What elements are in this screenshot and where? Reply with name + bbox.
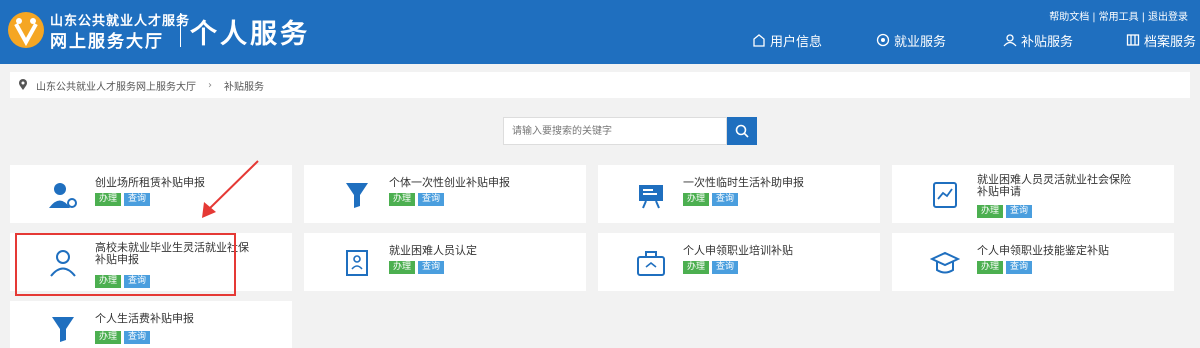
- service-actions: 办理 查询: [977, 261, 1033, 274]
- service-actions: 办理 查询: [95, 193, 151, 206]
- handle-button[interactable]: 办理: [95, 331, 122, 344]
- logo-icon: [8, 12, 44, 48]
- title-divider: [180, 13, 181, 47]
- query-button[interactable]: 查询: [418, 193, 445, 206]
- service-label: 个人申领职业技能鉴定补贴: [977, 244, 1109, 257]
- query-button[interactable]: 查询: [124, 193, 151, 206]
- service-label: 一次性临时生活补助申报: [683, 176, 804, 189]
- service-label: 就业困难人员灵活就业社会保险补贴申请: [977, 173, 1131, 198]
- breadcrumb-separator: ›: [208, 79, 212, 91]
- service-card[interactable]: 就业困难人员认定 办理 查询: [304, 233, 586, 291]
- link-separator: |: [1092, 12, 1096, 23]
- service-actions: 办理 查询: [683, 261, 739, 274]
- page-title: 个人服务: [190, 19, 310, 50]
- handle-button[interactable]: 办理: [683, 261, 710, 274]
- service-card[interactable]: 个人生活费补贴申报 办理 查询: [10, 301, 292, 348]
- search-icon: [735, 124, 749, 138]
- query-button[interactable]: 查询: [1006, 261, 1033, 274]
- service-card[interactable]: 个人申领职业技能鉴定补贴 办理 查询: [892, 233, 1174, 291]
- service-label: 个人生活费补贴申报: [95, 312, 194, 325]
- org-name-line2: 网上服务大厅: [50, 32, 164, 52]
- nav-archive[interactable]: 档案服务: [1126, 31, 1197, 50]
- query-button[interactable]: 查询: [712, 193, 739, 206]
- query-button[interactable]: 查询: [124, 331, 151, 344]
- person-wrench-icon: [49, 183, 77, 208]
- link-separator: |: [1141, 12, 1145, 23]
- service-label: 个体一次性创业补贴申报: [389, 176, 510, 189]
- header-bar: 山东公共就业人才服务 网上服务大厅 个人服务 帮助文档 | 常用工具 | 退出登录 用户…: [0, 0, 1200, 64]
- handle-button[interactable]: 办理: [683, 193, 710, 206]
- tools-link[interactable]: 常用工具: [1099, 12, 1139, 23]
- presentation-board-icon: [639, 185, 663, 209]
- handle-button[interactable]: 办理: [389, 261, 416, 274]
- funnel-icon: [52, 317, 74, 342]
- subsidy-icon: [1003, 34, 1017, 47]
- search-input[interactable]: [503, 117, 727, 145]
- service-actions: 办理 查询: [389, 261, 445, 274]
- user-info-icon: [753, 34, 765, 47]
- graduation-cap-icon: [930, 251, 960, 274]
- query-button[interactable]: 查询: [1006, 205, 1033, 218]
- handle-button[interactable]: 办理: [977, 261, 1004, 274]
- id-card-icon: [346, 250, 368, 276]
- nav-label: 档案服务: [1144, 34, 1197, 50]
- service-actions: 办理 查询: [683, 193, 739, 206]
- location-pin-icon: [19, 79, 27, 90]
- briefcase-icon: [637, 251, 665, 276]
- service-actions: 办理 查询: [95, 331, 151, 344]
- annotation-arrow: [202, 160, 259, 218]
- query-button[interactable]: 查询: [712, 261, 739, 274]
- help-doc-link[interactable]: 帮助文档: [1049, 12, 1089, 23]
- top-links: 帮助文档 | 常用工具 | 退出登录: [1049, 8, 1188, 23]
- service-card[interactable]: 就业困难人员灵活就业社会保险补贴申请 办理 查询: [892, 165, 1174, 223]
- nav-employment[interactable]: 就业服务: [876, 31, 947, 50]
- handle-button[interactable]: 办理: [95, 193, 122, 206]
- logout-link[interactable]: 退出登录: [1148, 12, 1188, 23]
- breadcrumb-home[interactable]: 山东公共就业人才服务网上服务大厅: [36, 78, 196, 93]
- funnel-icon: [346, 183, 368, 208]
- nav-label: 补贴服务: [1021, 34, 1074, 50]
- service-label: 就业困难人员认定: [389, 244, 477, 257]
- service-card[interactable]: 个人申领职业培训补贴 办理 查询: [598, 233, 880, 291]
- service-card[interactable]: 个体一次性创业补贴申报 办理 查询: [304, 165, 586, 223]
- highlight-box: [15, 233, 236, 296]
- service-label: 个人申领职业培训补贴: [683, 244, 793, 257]
- archive-icon: [1126, 34, 1140, 46]
- query-button[interactable]: 查询: [418, 261, 445, 274]
- employment-icon: [876, 33, 890, 47]
- service-actions: 办理 查询: [977, 205, 1033, 218]
- handle-button[interactable]: 办理: [977, 205, 1004, 218]
- breadcrumb: 山东公共就业人才服务网上服务大厅 › 补贴服务: [10, 72, 1190, 98]
- nav-user-info[interactable]: 用户信息: [752, 31, 823, 50]
- search-button[interactable]: [727, 117, 757, 145]
- handle-button[interactable]: 办理: [389, 193, 416, 206]
- service-actions: 办理 查询: [389, 193, 445, 206]
- nav-label: 用户信息: [770, 34, 823, 50]
- breadcrumb-current: 补贴服务: [224, 81, 264, 93]
- nav-subsidy[interactable]: 补贴服务: [1003, 31, 1074, 50]
- nav-label: 就业服务: [894, 34, 947, 50]
- service-card[interactable]: 一次性临时生活补助申报 办理 查询: [598, 165, 880, 223]
- document-chart-icon: [933, 182, 957, 208]
